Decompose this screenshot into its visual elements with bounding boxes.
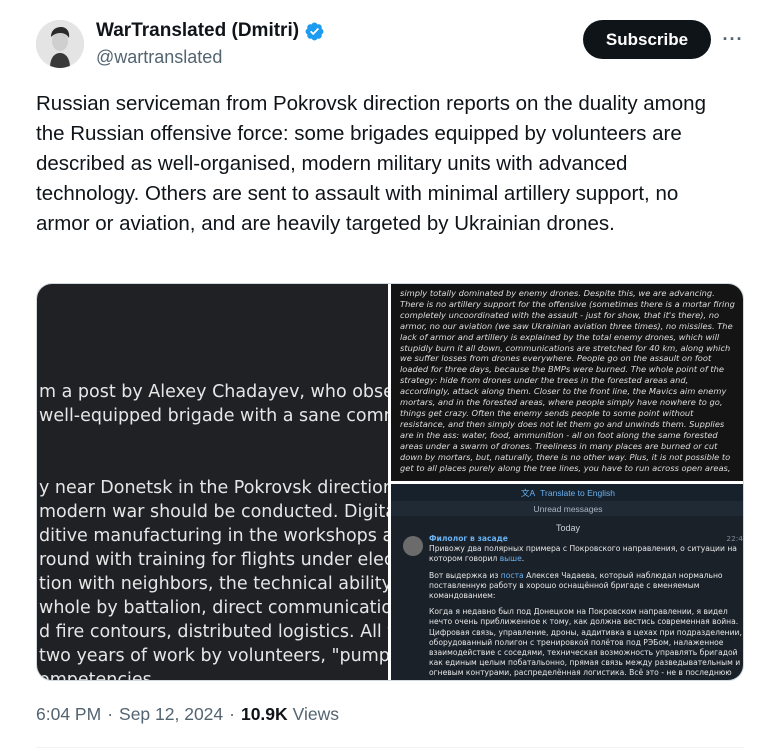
author-handle[interactable]: @wartranslated <box>96 47 222 68</box>
unread-messages-bar: Unread messages <box>391 501 743 516</box>
left-image-line: y near Donetsk in the Pokrovsk direction… <box>39 478 388 498</box>
avatar[interactable] <box>36 20 84 68</box>
left-image-line: d fire contours, distributed logistics. … <box>39 622 388 642</box>
tweet-time[interactable]: 6:04 PM <box>36 704 101 725</box>
author-display-name[interactable]: WarTranslated (Dmitri) <box>96 20 299 42</box>
meta-separator: · <box>229 704 235 724</box>
media-grid: m a post by Alexey Chadayev, who observ … <box>36 283 744 681</box>
left-image-line: tion with neighbors, the technical abili… <box>39 574 388 594</box>
tweet-header: WarTranslated (Dmitri) @wartranslated Su… <box>36 18 746 74</box>
message-text: Привожу два полярных примера с Покровско… <box>429 544 737 564</box>
tweet-date[interactable]: Sep 12, 2024 <box>119 704 223 725</box>
divider <box>36 747 744 748</box>
media-image-bottom-right[interactable]: 文A Translate to English Unread messages … <box>391 484 743 680</box>
left-image-line: round with training for flights under el… <box>39 550 388 570</box>
more-options-icon[interactable]: ··· <box>722 28 744 50</box>
top-right-image-text: simply totally dominated by enemy drones… <box>400 288 735 473</box>
message-bubble: Филолог в засаде 22:4 Привожу два полярн… <box>429 534 743 679</box>
tweet-meta: 6:04 PM · Sep 12, 2024 · 10.9K Views <box>36 704 339 725</box>
channel-avatar <box>403 536 423 556</box>
left-image-line: ompetencies. <box>39 670 158 681</box>
today-label: Today <box>555 523 581 533</box>
message-paragraph: Привожу два полярных примера с Покровско… <box>429 544 743 564</box>
avatar-portrait-icon <box>36 20 84 68</box>
subscribe-button[interactable]: Subscribe <box>583 20 711 59</box>
meta-separator: · <box>107 704 114 724</box>
views-label: Views <box>292 704 340 724</box>
left-image-line: modern war should be conducted. Digita <box>39 502 388 522</box>
message-paragraph: Когда я недавно был под Донецком на Покр… <box>429 607 742 678</box>
message-link: выше <box>499 554 522 564</box>
media-image-top-right[interactable]: simply totally dominated by enemy drones… <box>391 284 743 481</box>
left-image-line: two years of work by volunteers, "pumpin <box>39 646 388 666</box>
author-name-row: WarTranslated (Dmitri) <box>96 20 325 42</box>
message-text: . <box>521 554 525 564</box>
views-count: 10.9K <box>240 704 288 724</box>
message-time: 22:4 <box>726 534 743 543</box>
left-image-line: m a post by Alexey Chadayev, who observ <box>39 382 388 402</box>
message-text: Вот выдержка из <box>429 570 501 580</box>
media-image-left[interactable]: m a post by Alexey Chadayev, who observ … <box>37 284 388 681</box>
translate-bar: 文A Translate to English <box>391 484 743 501</box>
left-image-line: well-equipped brigade with a sane comm <box>39 406 388 426</box>
left-image-line: ditive manufacturing in the workshops at… <box>39 526 388 546</box>
tweet-text: Russian serviceman from Pokrovsk directi… <box>36 92 706 235</box>
left-image-text: m a post by Alexey Chadayev, who observ … <box>37 380 388 681</box>
translate-icon: 文A <box>521 487 536 498</box>
left-image-line: whole by battalion, direct communication <box>39 598 388 618</box>
message-sender: Филолог в засаде <box>429 534 508 543</box>
verified-badge-icon <box>305 22 324 40</box>
message-link: поста <box>500 570 524 580</box>
translate-label: Translate to English <box>540 487 615 498</box>
message-paragraph: Вот выдержка из поста Алексея Чадаева, к… <box>429 570 743 602</box>
